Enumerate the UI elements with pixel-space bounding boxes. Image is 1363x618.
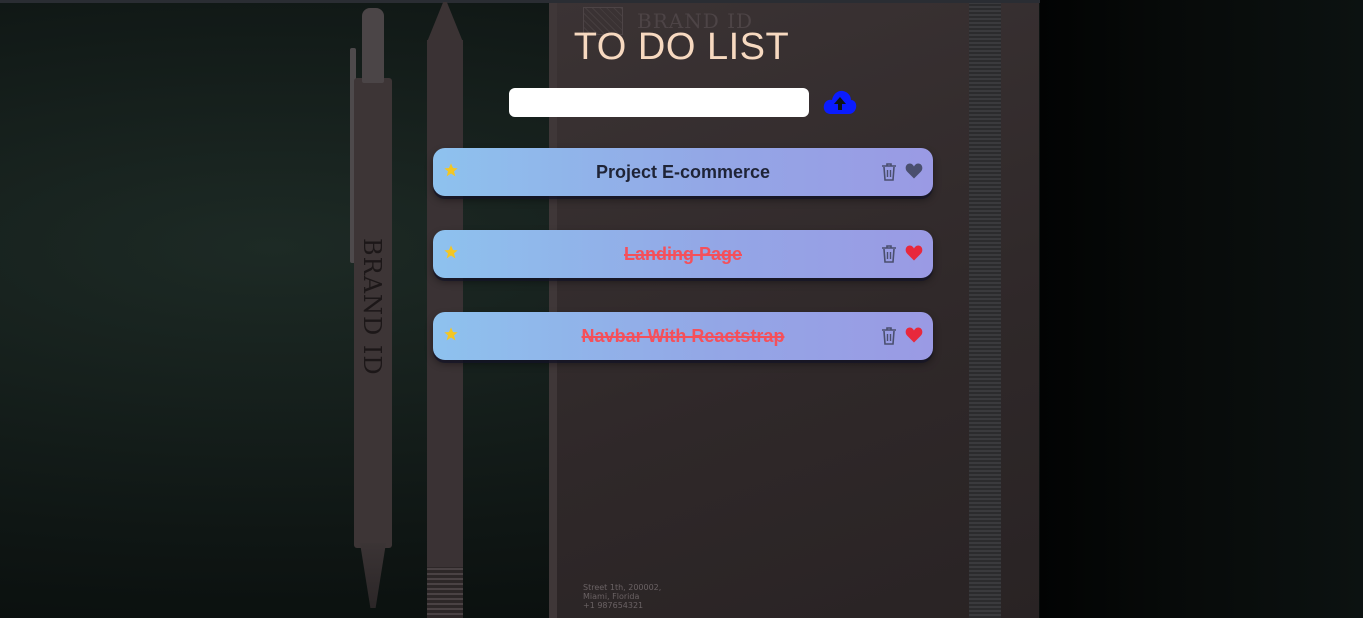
todo-item[interactable]: Project E-commerce: [433, 148, 933, 196]
notebook-elastic-band: [969, 3, 1001, 618]
todo-item[interactable]: Navbar With Reactstrap: [433, 312, 933, 360]
heart-icon[interactable]: [905, 326, 923, 344]
pen-image: BRAND ID: [350, 8, 396, 608]
trash-icon[interactable]: [881, 327, 897, 345]
todo-item[interactable]: Landing Page: [433, 230, 933, 278]
todo-text: Navbar With Reactstrap: [581, 326, 785, 346]
pencil-ferrule: [427, 567, 463, 618]
add-task-form: [509, 88, 857, 117]
pen-brand-text: BRAND ID: [358, 238, 386, 376]
add-task-button[interactable]: [822, 88, 858, 116]
trash-icon[interactable]: [881, 163, 897, 181]
address-line: +1 987654321: [583, 601, 644, 610]
trash-icon[interactable]: [881, 245, 897, 263]
cloud-upload-icon: [823, 90, 857, 114]
background-shadow: [1040, 0, 1363, 618]
heart-icon[interactable]: [905, 244, 923, 262]
heart-icon[interactable]: [905, 162, 923, 180]
todo-list: Project E-commerce Landing Page Navbar W…: [433, 148, 933, 394]
pen-tip: [360, 543, 386, 608]
todo-text: Project E-commerce: [595, 162, 771, 182]
address-line: Miami, Florida: [583, 592, 640, 601]
notebook-address: Street 1th, 200002, Miami, Florida +1 98…: [583, 583, 661, 610]
todo-text: Landing Page: [623, 244, 742, 264]
new-task-input[interactable]: [509, 88, 809, 117]
page-title: TO DO LIST: [573, 26, 790, 68]
address-line: Street 1th, 200002,: [583, 583, 662, 592]
